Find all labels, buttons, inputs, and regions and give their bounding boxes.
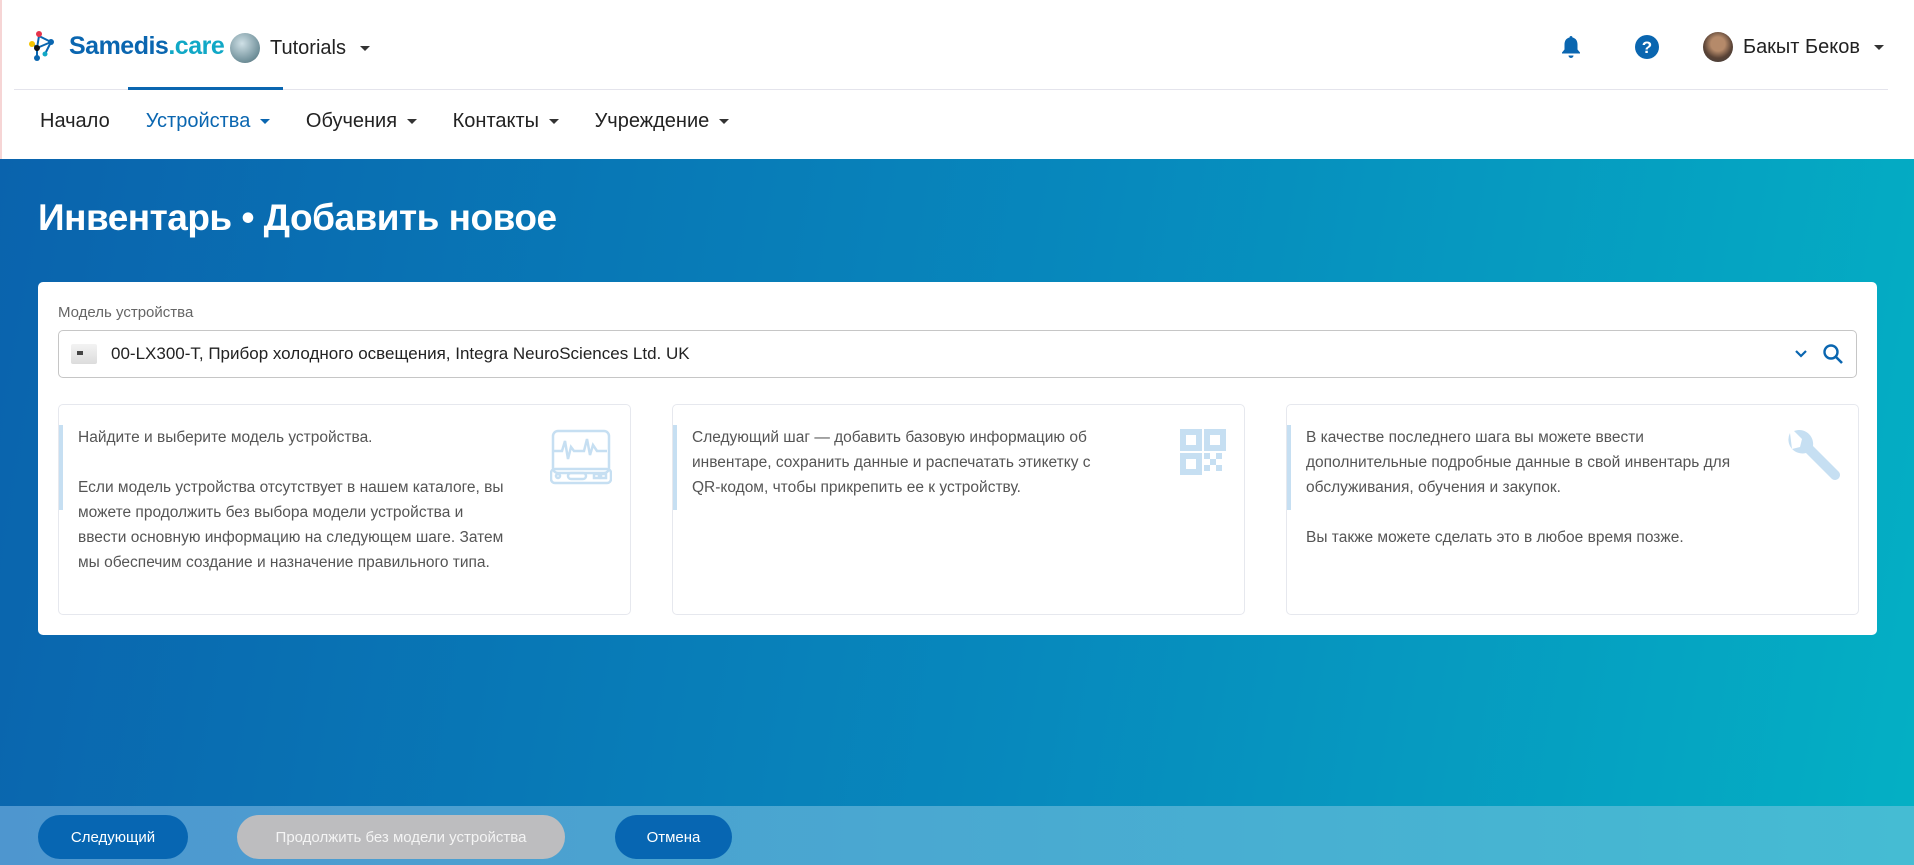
- info-card-details: В качестве последнего шага вы можете вве…: [1286, 404, 1859, 615]
- page-title: Инвентарь • Добавить новое: [38, 197, 557, 238]
- caret-down-icon: [548, 119, 559, 125]
- info-card-select-model: Найдите и выберите модель устройства. Ес…: [58, 404, 631, 615]
- device-model-label: Модель устройства: [58, 304, 194, 321]
- help-icon: ?: [1634, 35, 1659, 59]
- info-text: Найдите и выберите модель устройства. Ес…: [78, 429, 504, 571]
- caret-down-icon: [1874, 44, 1884, 50]
- nav-trainings[interactable]: Обучения: [306, 110, 417, 133]
- logo-network-icon: [29, 31, 54, 61]
- nav-home[interactable]: Начало: [40, 110, 110, 133]
- caret-down-icon: [406, 119, 417, 125]
- svg-text:?: ?: [1642, 38, 1652, 57]
- info-card-qr-label: Следующий шаг — добавить базовую информа…: [672, 404, 1245, 615]
- organization-switcher[interactable]: Tutorials: [230, 33, 370, 63]
- monitor-icon: [550, 429, 612, 485]
- top-header: Samedis.care Tutorials ? Бакыт Беков Нач…: [0, 0, 1914, 159]
- header-divider: [14, 89, 1888, 90]
- caret-down-icon: [259, 119, 270, 125]
- samedis-logo[interactable]: Samedis.care: [29, 30, 225, 62]
- info-text: В качестве последнего шага вы можете вве…: [1306, 429, 1731, 546]
- user-menu[interactable]: Бакыт Беков: [1702, 32, 1884, 62]
- caret-down-icon: [359, 45, 370, 51]
- nav-contacts[interactable]: Контакты: [453, 110, 559, 133]
- next-button[interactable]: Следующий: [38, 815, 188, 859]
- caret-down-icon: [718, 119, 729, 125]
- user-name: Бакыт Беков: [1742, 35, 1860, 58]
- continue-without-model-button[interactable]: Продолжить без модели устройства: [237, 815, 565, 859]
- organization-avatar: [230, 33, 260, 63]
- bell-icon: [1561, 36, 1580, 58]
- add-inventory-card: Модель устройства 00-LX300-T, Прибор хол…: [38, 282, 1877, 635]
- device-model-select[interactable]: 00-LX300-T, Прибор холодного освещения, …: [58, 330, 1857, 378]
- device-model-value: 00-LX300-T, Прибор холодного освещения, …: [111, 344, 690, 363]
- nav-facility[interactable]: Учреждение: [595, 110, 729, 133]
- user-avatar: [1702, 32, 1733, 62]
- nav-devices[interactable]: Устройства: [146, 110, 270, 133]
- qr-code-icon: [1180, 429, 1226, 475]
- action-bar: Следующий Продолжить без модели устройст…: [0, 806, 1914, 865]
- info-text: Следующий шаг — добавить базовую информа…: [692, 429, 1091, 496]
- main-nav: Начало Устройства Обучения Контакты Учре…: [40, 110, 765, 133]
- chevron-down-icon[interactable]: [1794, 349, 1808, 359]
- organization-name: Tutorials: [270, 36, 346, 59]
- wrench-icon: [1788, 430, 1840, 480]
- search-icon[interactable]: [1822, 343, 1844, 365]
- notifications-button[interactable]: [1557, 33, 1585, 61]
- logo-suffix: .care: [168, 31, 225, 60]
- help-button[interactable]: ?: [1633, 33, 1661, 61]
- active-tab-indicator: [128, 87, 283, 90]
- logo-main: Samedis: [69, 31, 169, 60]
- cancel-button[interactable]: Отмена: [615, 815, 732, 859]
- device-thumbnail: [71, 344, 97, 364]
- main-area: Инвентарь • Добавить новое Модель устрой…: [0, 159, 1914, 865]
